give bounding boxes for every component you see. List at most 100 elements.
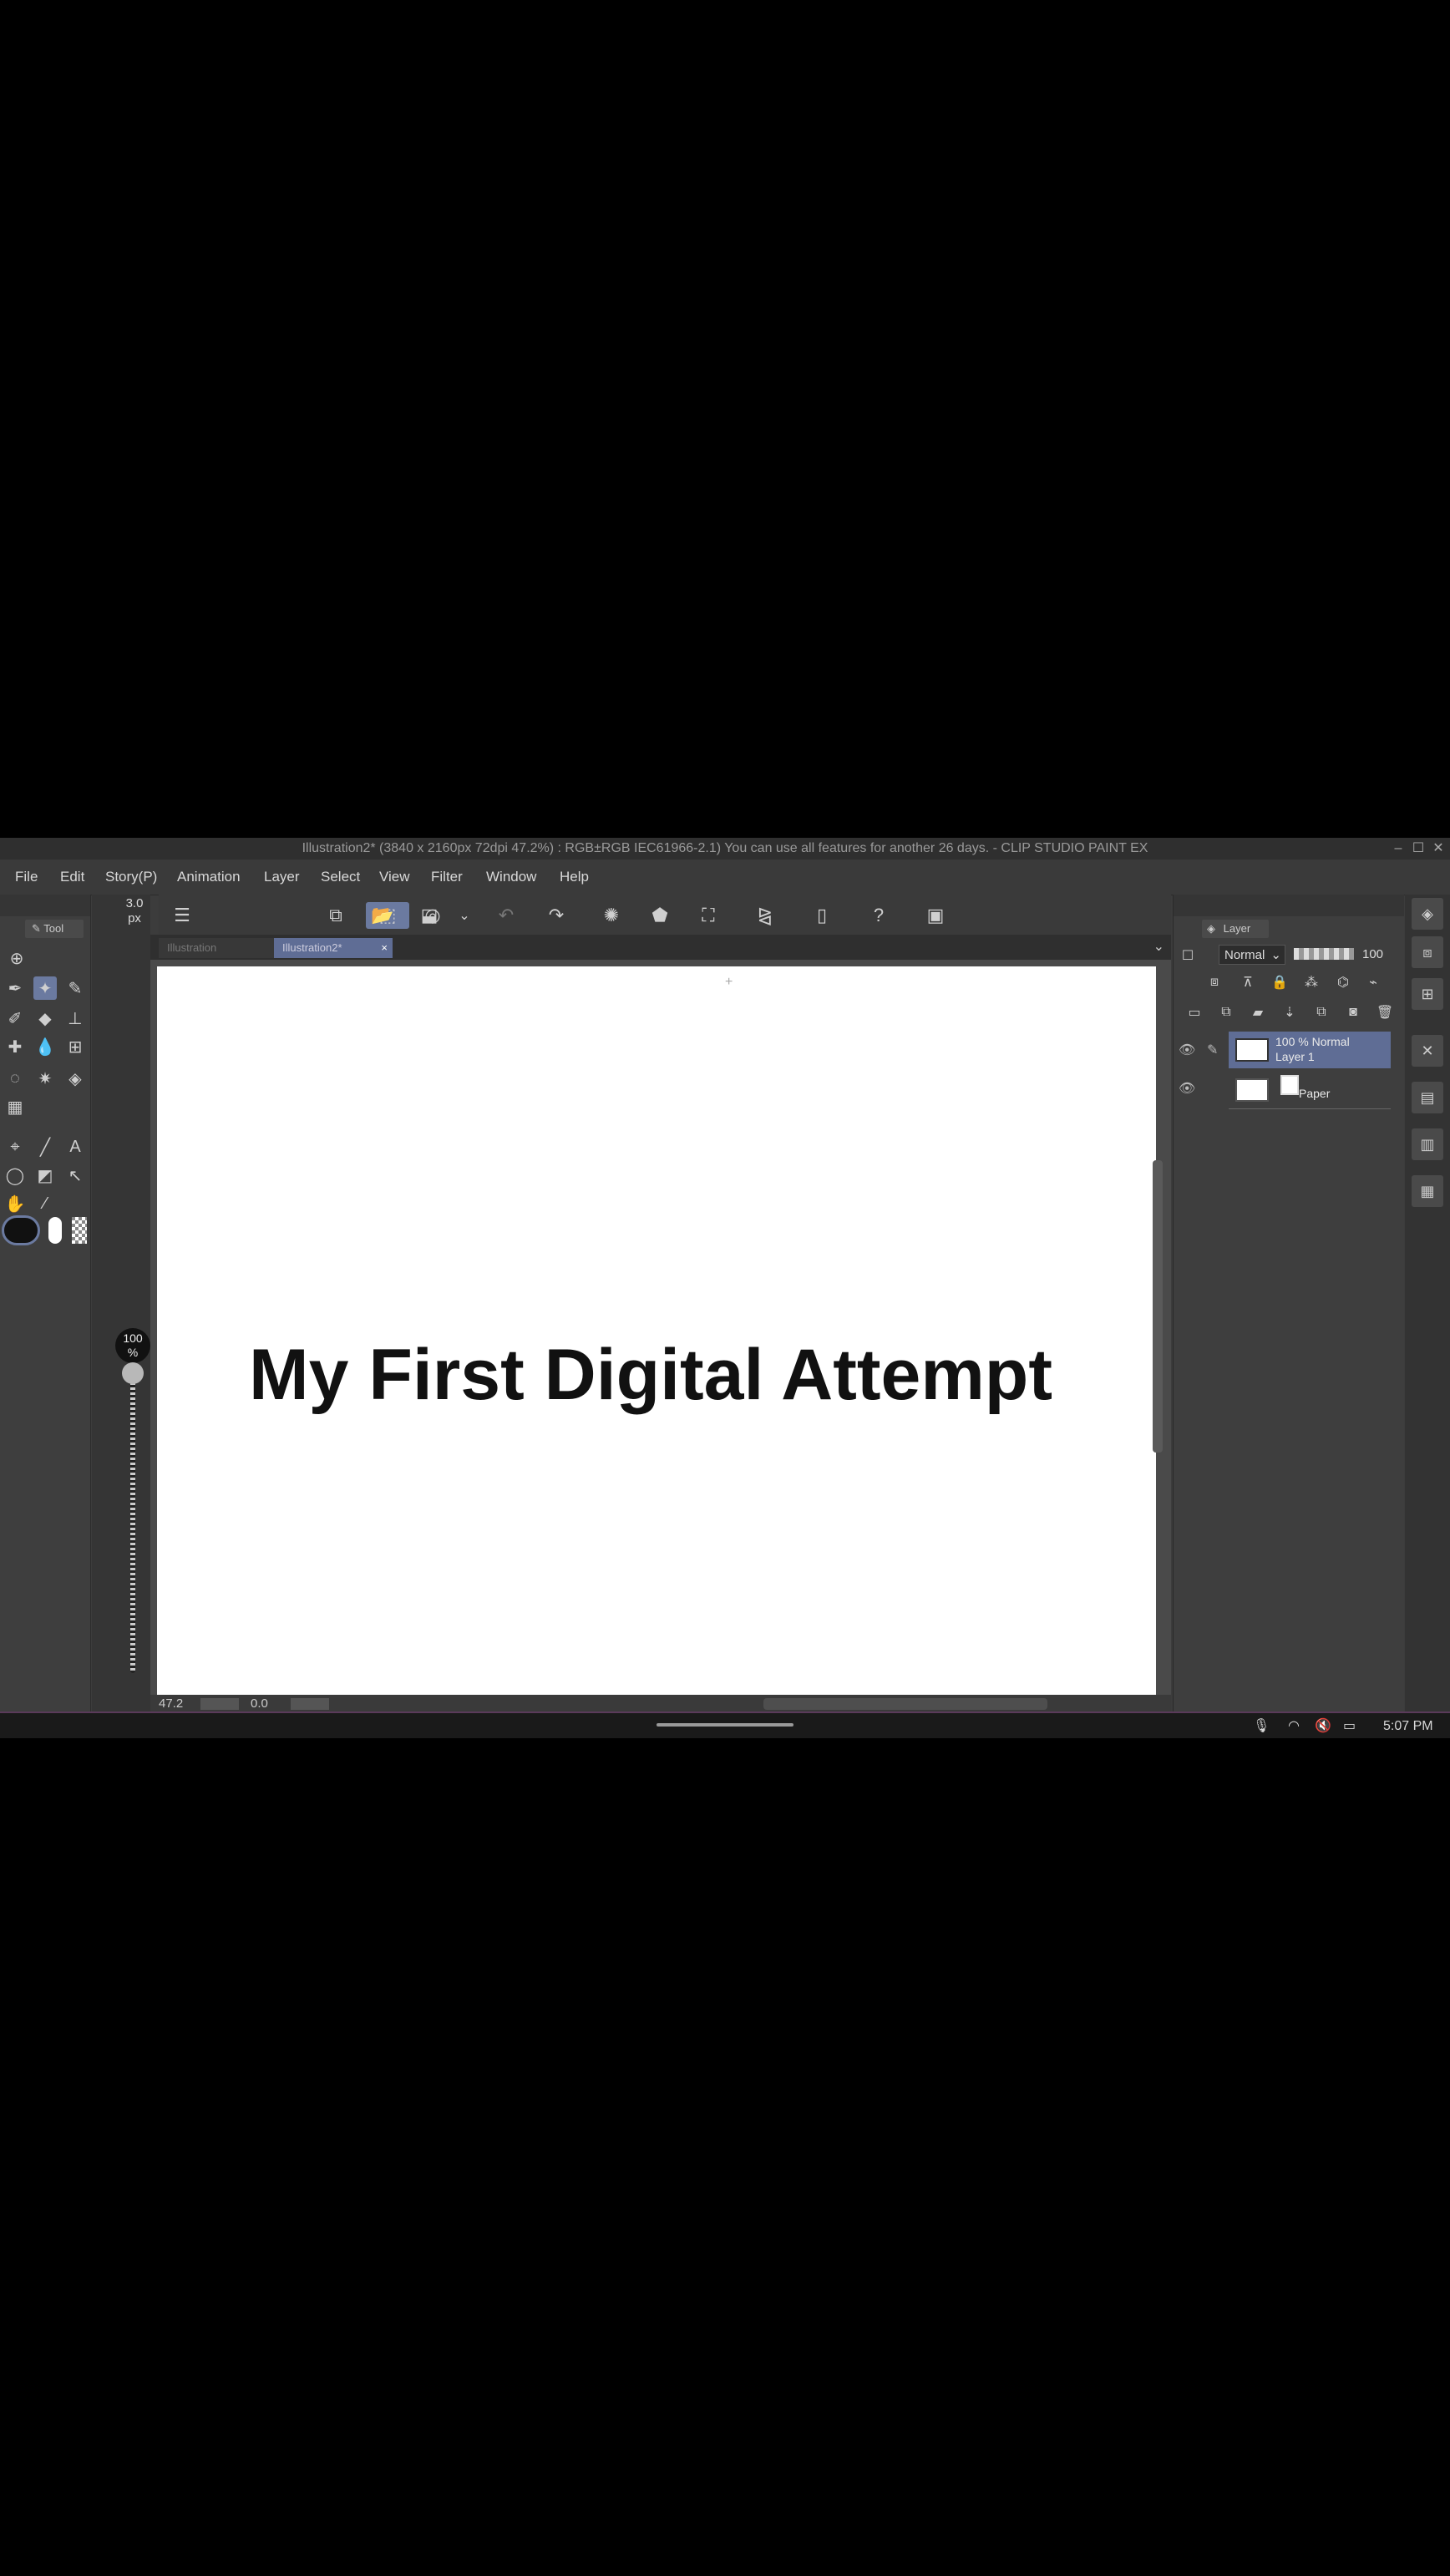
transfer-down-icon[interactable]: ⇣ [1279, 1001, 1300, 1023]
close-icon[interactable]: ✕ [1428, 838, 1448, 860]
editing-pen-icon[interactable]: ✎ [1207, 1042, 1218, 1058]
gradient-icon[interactable]: ▦ [3, 1095, 27, 1118]
line-icon[interactable]: ╱ [33, 1135, 57, 1159]
zoom-value[interactable]: 47.2 [159, 1695, 183, 1713]
tab-illustration2[interactable]: Illustration2* × [274, 938, 393, 958]
eyedropper-icon[interactable]: ⁄ [33, 1192, 57, 1215]
smartphone-icon[interactable]: ▯ [809, 902, 835, 929]
microphone-icon[interactable]: 🎙 [1253, 1715, 1270, 1738]
layer-row-layer1[interactable]: 100 % Normal Layer 1 [1229, 1032, 1391, 1068]
home-indicator[interactable] [657, 1723, 793, 1727]
menu-filter[interactable]: Filter [431, 860, 463, 895]
correct-line-icon[interactable]: ↖ [63, 1164, 87, 1187]
rotation-slider[interactable] [291, 1698, 329, 1710]
ruler-icon[interactable]: ⌖ [3, 1135, 27, 1159]
airbrush-icon[interactable]: ✦ [33, 976, 57, 1000]
tab-layer[interactable]: ◈ Layer [1202, 920, 1269, 938]
navigator-icon[interactable]: ▦ [1412, 1175, 1443, 1207]
menu-edit[interactable]: Edit [60, 860, 84, 895]
battery-icon[interactable]: ▭ [1343, 1715, 1356, 1738]
select-layer-icon[interactable]: ⊕ [5, 946, 28, 970]
stamp-icon[interactable]: ⊥ [63, 1007, 87, 1030]
menu-help[interactable]: Help [560, 860, 589, 895]
merge-icon[interactable]: ⧉ [1311, 1001, 1332, 1023]
minimize-icon[interactable]: – [1388, 838, 1408, 860]
lock-transparent-icon[interactable]: ⁂ [1300, 971, 1322, 993]
eraser-icon[interactable]: ◆ [33, 1007, 57, 1030]
sub-color-swatch[interactable] [48, 1217, 62, 1244]
layer-opacity-value[interactable]: 100 [1362, 945, 1383, 965]
menu-story[interactable]: Story(P) [105, 860, 157, 895]
opacity-track[interactable] [130, 1372, 135, 1673]
open-file-icon[interactable]: 📂 [369, 902, 396, 929]
visibility-eye-icon[interactable]: 👁 [1179, 1080, 1195, 1097]
flip-icon[interactable]: ⧎ [752, 902, 778, 929]
text-icon[interactable]: A [63, 1135, 87, 1159]
lock-icon[interactable]: 🔒 [1269, 971, 1290, 993]
history-icon[interactable]: ▥ [1412, 1128, 1443, 1160]
frame-icon[interactable]: ⊞ [63, 1035, 87, 1058]
vertical-scrollbar[interactable] [1153, 1160, 1163, 1453]
tab-overflow-icon[interactable]: ⌄ [1153, 938, 1164, 955]
new-raster-layer-icon[interactable]: ▭ [1184, 1001, 1205, 1023]
menu-file[interactable]: File [15, 860, 38, 895]
new-folder-icon[interactable]: ▰ [1247, 1001, 1269, 1023]
layer-mask-icon[interactable]: ◙ [1342, 1001, 1364, 1023]
lasso-icon[interactable]: ◌ [3, 1067, 27, 1090]
fill-icon[interactable]: ◈ [63, 1067, 87, 1090]
magic-wand-icon[interactable]: ✷ [33, 1067, 57, 1090]
transparent-color-swatch[interactable] [72, 1217, 87, 1244]
layer-color-icon[interactable]: ☐ [1177, 945, 1199, 966]
undo-icon[interactable]: ↶ [493, 902, 520, 929]
rotation-value[interactable]: 0.0 [251, 1695, 268, 1713]
pencil-icon[interactable]: ✐ [3, 1007, 27, 1030]
horizontal-scrollbar[interactable] [763, 1698, 1047, 1710]
menu-animation[interactable]: Animation [177, 860, 241, 895]
menu-view[interactable]: View [379, 860, 410, 895]
mask-icon[interactable]: ⌬ [1332, 971, 1354, 993]
maximize-icon[interactable]: ☐ [1408, 838, 1428, 860]
delete-layer-icon[interactable]: 🗑 [1374, 1001, 1396, 1023]
menu-window[interactable]: Window [486, 860, 536, 895]
menu-select[interactable]: Select [321, 860, 360, 895]
crop-icon[interactable]: ⛶ [695, 902, 722, 929]
reference-icon[interactable]: ⊼ [1237, 971, 1259, 993]
hand-icon[interactable]: ✋ [3, 1192, 27, 1215]
speaker-mute-icon[interactable]: 🔇 [1315, 1715, 1331, 1738]
loading-icon[interactable]: ✺ [598, 902, 625, 929]
blend-icon[interactable]: 💧 [33, 1035, 57, 1058]
main-color-swatch[interactable] [2, 1215, 40, 1245]
tab-tool[interactable]: ✎ Tool [25, 920, 84, 938]
frame-border-icon[interactable]: ◩ [33, 1164, 57, 1187]
tab-illustration[interactable]: Illustration ✕ [159, 938, 282, 958]
decoration-icon[interactable]: ✚ [3, 1035, 27, 1058]
layer-property-icon[interactable]: ⧈ [1412, 936, 1443, 968]
layer-row-paper[interactable]: Paper [1229, 1070, 1391, 1107]
pen-icon[interactable]: ✒ [3, 976, 27, 1000]
opacity-knob[interactable] [122, 1362, 144, 1384]
blend-mode-select[interactable]: Normal ⌄ [1219, 945, 1285, 965]
visibility-eye-icon[interactable]: 👁 [1179, 1042, 1195, 1058]
fill-bucket-icon[interactable]: ⬟ [646, 902, 673, 929]
auto-action-icon[interactable]: ✕ [1412, 1035, 1443, 1067]
close-tab-icon[interactable]: × [381, 938, 388, 958]
clock-time[interactable]: 5:07 PM [1383, 1715, 1433, 1738]
brush-tool-icon[interactable]: ✎ [63, 976, 87, 1000]
zoom-slider[interactable] [200, 1698, 239, 1710]
new-file-icon[interactable]: ⧉ [322, 902, 349, 929]
layer-search-icon[interactable]: ⊞ [1412, 978, 1443, 1010]
menu-layer[interactable]: Layer [264, 860, 300, 895]
wifi-icon[interactable]: ◠ [1288, 1715, 1300, 1738]
layer-palette-icon[interactable]: ◈ [1412, 898, 1443, 930]
save-icon[interactable]: ⬓ [416, 902, 443, 929]
new-vector-layer-icon[interactable]: ⧉ [1215, 1001, 1237, 1023]
save-dropdown-icon[interactable]: ⌄ [451, 902, 478, 929]
ruler-link-icon[interactable]: ⌁ [1362, 971, 1384, 993]
material-icon[interactable]: ▤ [1412, 1082, 1443, 1113]
layer-opacity-slider[interactable] [1294, 948, 1354, 960]
help-icon[interactable]: ? [865, 902, 892, 929]
clip-icon[interactable]: ⧈ [1204, 971, 1225, 993]
canvas[interactable]: + My First Digital Attempt [157, 966, 1156, 1695]
balloon-icon[interactable]: ◯ [3, 1164, 27, 1187]
companion-icon[interactable]: ▣ [922, 902, 949, 929]
